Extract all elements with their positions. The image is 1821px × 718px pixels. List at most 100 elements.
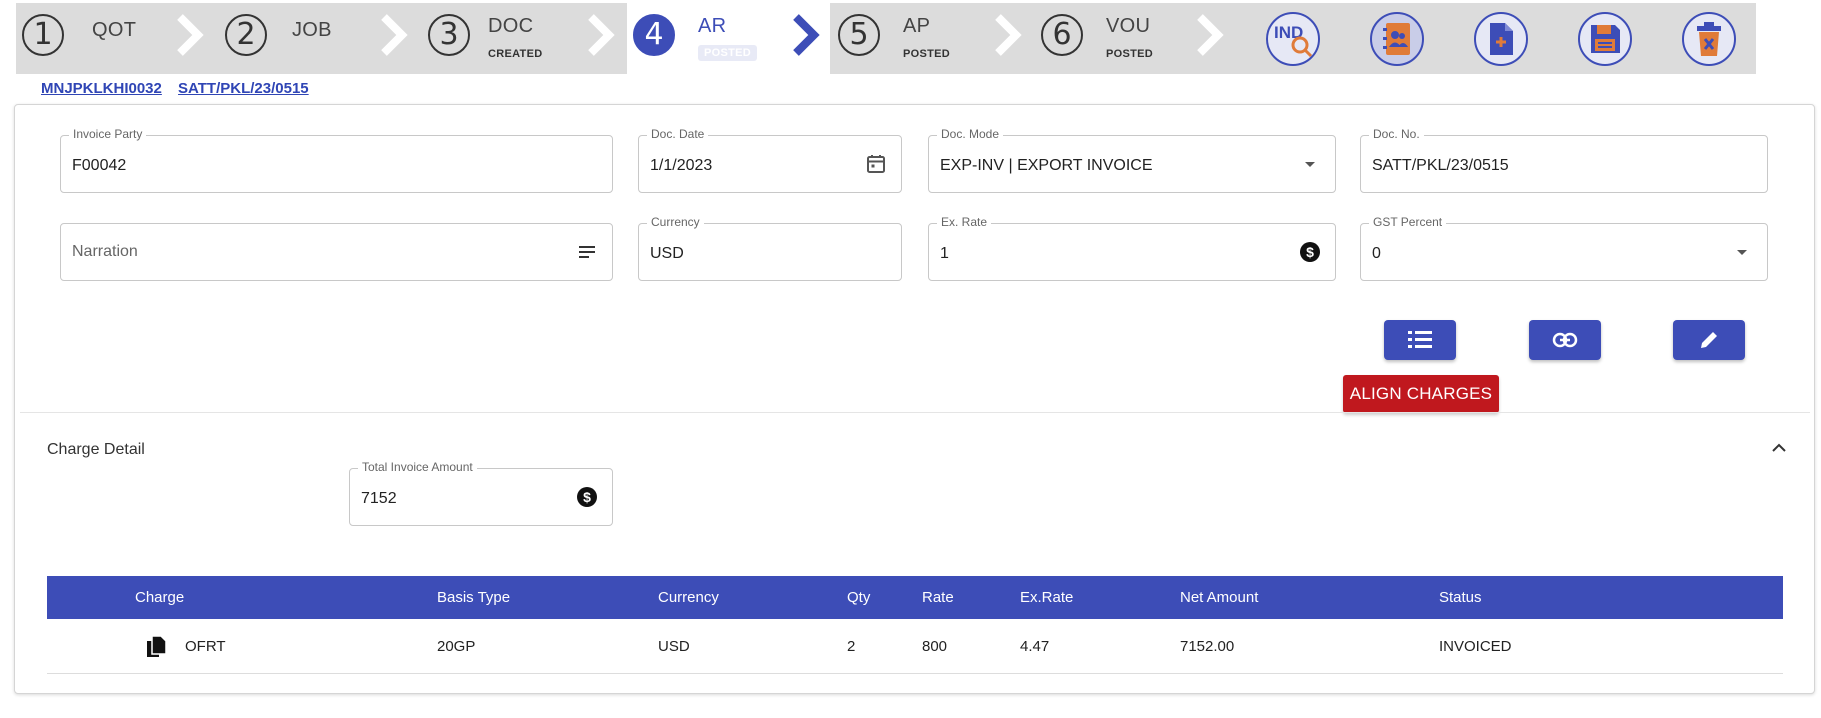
chevron-right-icon bbox=[177, 14, 204, 56]
ind-search-button[interactable]: IND bbox=[1266, 12, 1320, 66]
new-document-button[interactable] bbox=[1474, 12, 1528, 66]
field-label: Doc. No. bbox=[1369, 127, 1424, 141]
invoice-card: Invoice Party F00042 Doc. Date 1/1/2023 … bbox=[14, 104, 1815, 694]
doc-date-field[interactable]: Doc. Date 1/1/2023 bbox=[638, 127, 902, 193]
table-header: Charge Basis Type Currency Qty Rate Ex.R… bbox=[47, 576, 1783, 619]
field-value: EXP-INV | EXPORT INVOICE bbox=[940, 157, 1153, 174]
new-document-icon bbox=[1490, 23, 1513, 55]
step-label: AP bbox=[903, 15, 931, 37]
cell-charge: OFRT bbox=[185, 638, 226, 655]
step-number: 5 bbox=[838, 14, 880, 56]
charges-table: Charge Basis Type Currency Qty Rate Ex.R… bbox=[47, 576, 1783, 674]
step-number: 3 bbox=[428, 14, 470, 56]
contacts-button[interactable] bbox=[1370, 12, 1424, 66]
field-value: USD bbox=[650, 245, 684, 262]
step-status: POSTED bbox=[698, 45, 758, 61]
cell-ex-rate: 4.47 bbox=[1020, 638, 1050, 655]
chevron-right-icon bbox=[1197, 14, 1224, 56]
doc-mode-select[interactable]: Doc. Mode EXP-INV | EXPORT INVOICE bbox=[928, 127, 1336, 193]
save-disk-icon bbox=[1591, 25, 1620, 53]
edit-button[interactable] bbox=[1673, 320, 1745, 360]
reference-links: MNJPKLKHI0032 SATT/PKL/23/0515 bbox=[41, 80, 321, 97]
field-label: Currency bbox=[647, 215, 704, 229]
step-label: AR bbox=[698, 15, 727, 37]
invoice-party-field[interactable]: Invoice Party F00042 bbox=[60, 127, 613, 193]
field-label: Doc. Mode bbox=[937, 127, 1004, 141]
narration-placeholder: Narration bbox=[72, 243, 138, 260]
chevron-right-icon bbox=[588, 14, 615, 56]
col-status: Status bbox=[1439, 589, 1482, 606]
list-charges-button[interactable] bbox=[1384, 320, 1456, 360]
link-button[interactable] bbox=[1529, 320, 1601, 360]
dropdown-arrow-icon bbox=[1305, 162, 1315, 167]
field-label: GST Percent bbox=[1369, 215, 1447, 229]
table-row[interactable]: OFRT 20GP USD 2 800 4.47 7152.00 INVOICE… bbox=[47, 619, 1783, 674]
step-number: 1 bbox=[22, 14, 64, 56]
section-divider bbox=[20, 412, 1810, 413]
col-qty: Qty bbox=[847, 589, 871, 606]
field-label: Ex. Rate bbox=[937, 215, 992, 229]
step-doc[interactable]: 3 DOC CREATED bbox=[422, 3, 582, 74]
contact-book-icon bbox=[1383, 23, 1410, 55]
currency-field[interactable]: Currency USD bbox=[638, 215, 902, 281]
chevron-right-icon bbox=[995, 14, 1022, 56]
doc-no-field[interactable]: Doc. No. SATT/PKL/23/0515 bbox=[1360, 127, 1768, 193]
step-label: DOC bbox=[488, 15, 534, 37]
cell-basis-type: 20GP bbox=[437, 638, 476, 655]
total-invoice-amount-field[interactable]: Total Invoice Amount 7152 $ bbox=[349, 460, 613, 526]
step-ar[interactable]: 4 AR POSTED bbox=[627, 3, 830, 74]
delete-bin-icon bbox=[1697, 22, 1721, 56]
delete-button[interactable] bbox=[1682, 12, 1736, 66]
svg-text:$: $ bbox=[1306, 244, 1314, 260]
col-ex-rate: Ex.Rate bbox=[1020, 589, 1074, 606]
align-charges-button[interactable]: ALIGN CHARGES bbox=[1343, 375, 1499, 413]
workflow-stepper: 1 QOT 2 JOB 3 DOC CREATED 4 AR POSTED 5 … bbox=[16, 3, 1756, 74]
step-job[interactable]: 2 JOB bbox=[219, 3, 369, 74]
dropdown-arrow-icon bbox=[1737, 250, 1747, 255]
col-net-amount: Net Amount bbox=[1180, 589, 1259, 606]
notes-icon bbox=[579, 246, 595, 258]
doc-ref-link[interactable]: SATT/PKL/23/0515 bbox=[178, 80, 309, 97]
field-label: Doc. Date bbox=[647, 127, 709, 141]
narration-field[interactable]: Narration bbox=[60, 223, 613, 281]
col-charge: Charge bbox=[135, 589, 185, 606]
step-ap[interactable]: 5 AP POSTED bbox=[832, 3, 992, 74]
dollar-circle-icon: $ bbox=[577, 487, 597, 507]
field-value: 0 bbox=[1372, 245, 1381, 262]
field-label: Total Invoice Amount bbox=[358, 460, 477, 474]
gst-percent-select[interactable]: GST Percent 0 bbox=[1360, 215, 1768, 281]
step-label: VOU bbox=[1106, 15, 1151, 37]
chevron-right-icon bbox=[381, 14, 408, 56]
field-label: Invoice Party bbox=[69, 127, 147, 141]
step-status: POSTED bbox=[903, 48, 951, 60]
cell-currency: USD bbox=[658, 638, 690, 655]
step-vou[interactable]: 6 VOU POSTED bbox=[1035, 3, 1195, 74]
pencil-icon bbox=[1701, 332, 1717, 348]
step-number: 4 bbox=[633, 14, 675, 56]
step-number: 6 bbox=[1041, 14, 1083, 56]
col-basis-type: Basis Type bbox=[437, 589, 511, 606]
list-icon bbox=[1408, 331, 1432, 348]
field-value: 1 bbox=[940, 245, 949, 262]
charge-detail-title: Charge Detail bbox=[47, 441, 145, 458]
cell-status: INVOICED bbox=[1439, 638, 1512, 655]
svg-text:$: $ bbox=[583, 489, 591, 505]
ind-search-icon: IND bbox=[1274, 23, 1313, 58]
save-button[interactable] bbox=[1578, 12, 1632, 66]
field-value: 1/1/2023 bbox=[650, 157, 713, 174]
ex-rate-field[interactable]: Ex. Rate 1 $ bbox=[928, 215, 1336, 281]
cell-net-amount: 7152.00 bbox=[1180, 638, 1235, 655]
step-number: 2 bbox=[225, 14, 267, 56]
field-value: 7152 bbox=[361, 490, 397, 507]
copy-document-icon[interactable] bbox=[145, 635, 167, 659]
step-status: CREATED bbox=[488, 48, 543, 60]
cell-qty: 2 bbox=[847, 638, 856, 655]
chevron-up-icon[interactable] bbox=[1770, 439, 1788, 457]
cell-rate: 800 bbox=[922, 638, 948, 655]
step-qot[interactable]: 1 QOT bbox=[16, 3, 166, 74]
step-label: QOT bbox=[92, 19, 137, 41]
job-ref-link[interactable]: MNJPKLKHI0032 bbox=[41, 80, 162, 97]
calendar-icon[interactable] bbox=[865, 153, 887, 175]
field-value: SATT/PKL/23/0515 bbox=[1372, 157, 1509, 174]
step-status: POSTED bbox=[1106, 48, 1154, 60]
